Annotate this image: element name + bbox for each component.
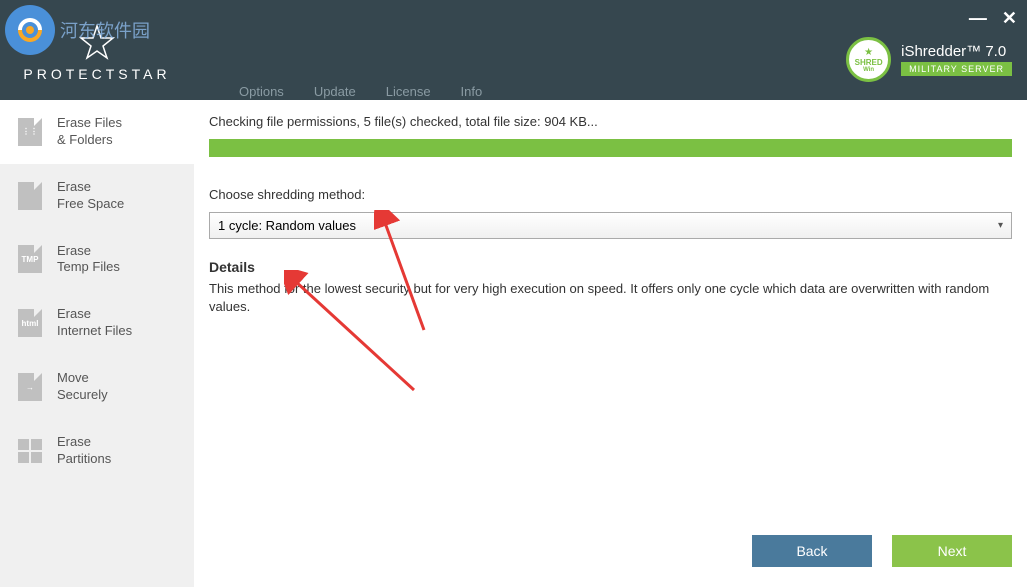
sidebar: ⋮⋮ Erase Files & Folders Erase Free Spac… (0, 100, 194, 587)
next-button[interactable]: Next (892, 535, 1012, 567)
status-text: Checking file permissions, 5 file(s) che… (209, 114, 1012, 129)
watermark-text: 河东软件园 (60, 17, 150, 43)
partition-icon (18, 439, 42, 463)
sidebar-item-erase-partitions[interactable]: Erase Partitions (0, 419, 194, 483)
dropdown-value: 1 cycle: Random values (218, 218, 356, 233)
sidebar-item-erase-files[interactable]: ⋮⋮ Erase Files & Folders (0, 100, 194, 164)
sidebar-item-erase-temp[interactable]: TMP Erase Temp Files (0, 228, 194, 292)
app-header: PROTECTSTAR — ✕ Options Update License I… (0, 0, 1027, 100)
brand-name: PROTECTSTAR (23, 66, 170, 82)
sidebar-item-move-securely[interactable]: → Move Securely (0, 355, 194, 419)
details-text: This method for the lowest security but … (209, 280, 1012, 316)
freespace-icon (18, 182, 42, 210)
product-badge: ★ SHRED Win iShredder™ 7.0 MILITARY SERV… (846, 37, 1027, 107)
sidebar-item-label: Erase Temp Files (57, 243, 120, 277)
sidebar-item-label: Erase Files & Folders (57, 115, 122, 149)
sidebar-item-erase-freespace[interactable]: Erase Free Space (0, 164, 194, 228)
main-content: Checking file permissions, 5 file(s) che… (194, 100, 1027, 587)
product-name: iShredder™ 7.0 (901, 43, 1012, 60)
product-edition: MILITARY SERVER (901, 62, 1012, 76)
shred-badge-icon: ★ SHRED Win (846, 37, 891, 82)
progress-bar (209, 139, 1012, 157)
sidebar-item-label: Erase Partitions (57, 434, 111, 468)
chevron-down-icon: ▾ (998, 220, 1003, 231)
sidebar-item-erase-internet[interactable]: html Erase Internet Files (0, 291, 194, 355)
method-label: Choose shredding method: (209, 187, 1012, 202)
window-controls: — ✕ (194, 0, 1027, 37)
method-dropdown[interactable]: 1 cycle: Random values ▾ (209, 212, 1012, 239)
files-icon: ⋮⋮ (18, 118, 42, 146)
move-icon: → (18, 373, 42, 401)
sidebar-item-label: Move Securely (57, 370, 108, 404)
watermark-overlay: 河东软件园 (5, 5, 150, 55)
close-button[interactable]: ✕ (1002, 8, 1017, 29)
internet-icon: html (18, 309, 42, 337)
minimize-button[interactable]: — (969, 8, 987, 29)
sidebar-item-label: Erase Internet Files (57, 306, 132, 340)
temp-icon: TMP (18, 245, 42, 273)
sidebar-item-label: Erase Free Space (57, 179, 124, 213)
back-button[interactable]: Back (752, 535, 872, 567)
details-heading: Details (209, 259, 1012, 275)
watermark-icon (5, 5, 55, 55)
footer-buttons: Back Next (752, 535, 1012, 567)
